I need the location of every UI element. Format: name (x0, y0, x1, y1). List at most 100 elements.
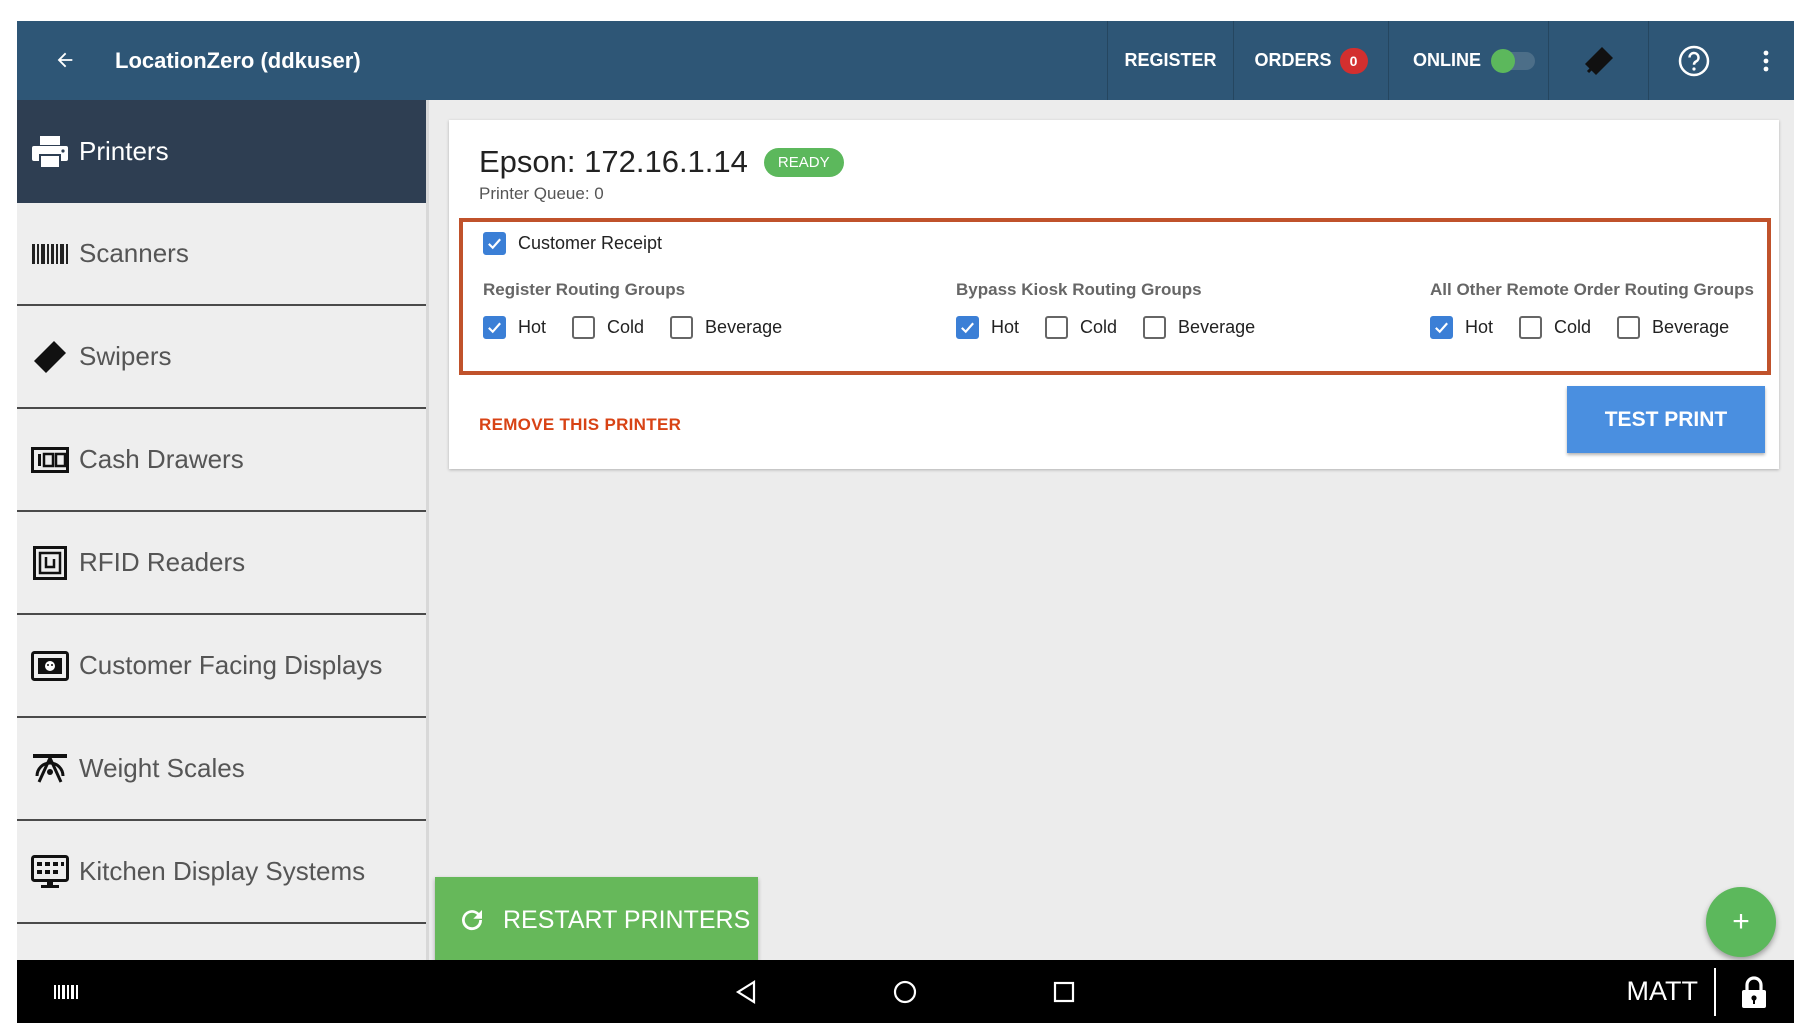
more-menu-button[interactable] (1738, 21, 1794, 100)
routing-option-beverage[interactable]: Beverage (1617, 316, 1729, 339)
hot-checkbox[interactable] (956, 316, 979, 339)
help-button[interactable] (1648, 21, 1738, 100)
refresh-icon (462, 910, 483, 931)
orders-label: ORDERS (1254, 50, 1332, 70)
nav-back-button[interactable] (726, 960, 766, 1023)
sidebar-item-label: Customer Facing Displays (79, 650, 383, 680)
rfid-icon (29, 542, 71, 584)
option-label: Hot (518, 317, 547, 337)
option-label: Hot (991, 317, 1020, 337)
option-label: Hot (1465, 317, 1494, 337)
nav-recents-button[interactable] (1044, 960, 1084, 1023)
bypass-kiosk-routing-group: Bypass Kiosk Routing Groups Hot Cold Bev… (956, 280, 1281, 339)
nav-home-icon (893, 980, 917, 1003)
add-device-fab[interactable]: + (1706, 887, 1776, 957)
group-title: Register Routing Groups (483, 280, 686, 299)
app-title: LocationZero (ddkuser) (115, 48, 361, 73)
option-label: Cold (1080, 317, 1118, 337)
option-label: Beverage (1652, 317, 1730, 337)
swiper-icon-button[interactable] (1548, 21, 1648, 100)
register-button[interactable]: REGISTER (1107, 21, 1233, 100)
register-label: REGISTER (1124, 50, 1217, 70)
beverage-checkbox[interactable] (1617, 316, 1641, 339)
routing-option-hot[interactable]: Hot (483, 316, 546, 339)
beverage-checkbox[interactable] (670, 316, 694, 339)
sidebar-item-swipers[interactable]: Swipers (17, 306, 426, 409)
app-window: LocationZero (ddkuser) REGISTER ORDERS 0… (17, 21, 1794, 1023)
cold-checkbox[interactable] (1045, 316, 1069, 339)
checkmark-icon (488, 322, 501, 334)
checkmark-icon (488, 238, 501, 250)
scale-icon (29, 748, 71, 790)
app-bar: LocationZero (ddkuser) REGISTER ORDERS 0… (17, 21, 1794, 100)
printer-title: Epson: 172.16.1.14 (479, 144, 748, 179)
back-arrow-icon[interactable] (45, 40, 85, 80)
cash-drawer-icon (29, 439, 71, 481)
sidebar-item-cash-drawers[interactable]: Cash Drawers (17, 409, 426, 512)
help-icon (1678, 45, 1709, 76)
sidebar-item-printers[interactable]: Printers (17, 100, 426, 203)
routing-option-cold[interactable]: Cold (572, 316, 644, 339)
sidebar-item-weight-scales[interactable]: Weight Scales (17, 718, 426, 821)
device-sidebar: Printers Scanners Swipers Cash Drawers R… (17, 100, 426, 974)
current-user: MATT (1626, 976, 1698, 1006)
sidebar-item-kitchen-display-systems[interactable]: Kitchen Display Systems (17, 821, 426, 924)
main-content: Epson: 172.16.1.14 READY Printer Queue: … (426, 100, 1794, 963)
status-badge: READY (763, 147, 844, 177)
routing-groups-panel: Customer Receipt Register Routing Groups… (459, 218, 1771, 375)
hot-checkbox[interactable] (1430, 316, 1453, 339)
routing-option-beverage[interactable]: Beverage (1143, 316, 1255, 339)
sidebar-item-scanners[interactable]: Scanners (17, 203, 426, 306)
sidebar-item-label: Weight Scales (79, 753, 245, 783)
online-switch[interactable] (1491, 48, 1536, 73)
online-label: ONLINE (1413, 50, 1482, 70)
barcode-icon (54, 984, 78, 999)
barcode-scan-button[interactable] (47, 960, 87, 1023)
beverage-checkbox[interactable] (1143, 316, 1167, 339)
printer-title-row: Epson: 172.16.1.14 READY (479, 144, 844, 180)
sidebar-item-label: Scanners (79, 238, 189, 268)
barcode-icon (29, 233, 71, 275)
orders-count-badge: 0 (1339, 47, 1368, 74)
sidebar-item-customer-facing-displays[interactable]: Customer Facing Displays (17, 615, 426, 718)
customer-receipt-checkbox[interactable] (483, 232, 506, 255)
hot-checkbox[interactable] (483, 316, 506, 339)
nav-home-button[interactable] (885, 960, 925, 1023)
routing-option-cold[interactable]: Cold (1519, 316, 1591, 339)
sidebar-item-label: Swipers (79, 341, 172, 371)
system-nav-bar: MATT (17, 960, 1794, 1023)
orders-button[interactable]: ORDERS 0 (1233, 21, 1388, 100)
routing-option-cold[interactable]: Cold (1045, 316, 1117, 339)
option-label: Beverage (705, 317, 783, 337)
test-print-button[interactable]: TEST PRINT (1567, 386, 1765, 453)
remove-printer-link[interactable]: REMOVE THIS PRINTER (479, 415, 681, 435)
register-routing-group: Register Routing Groups Hot Cold Beverag… (483, 280, 808, 339)
online-toggle[interactable]: ONLINE (1388, 21, 1548, 100)
group-title: Bypass Kiosk Routing Groups (956, 280, 1202, 299)
sidebar-item-rfid-readers[interactable]: RFID Readers (17, 512, 426, 615)
customer-receipt-checkbox-row[interactable]: Customer Receipt (483, 232, 662, 255)
remote-order-routing-group: All Other Remote Order Routing Groups Ho… (1430, 280, 1755, 339)
switch-knob (1491, 48, 1516, 73)
restart-printers-button[interactable]: RESTART PRINTERS (435, 877, 758, 963)
sidebar-item-label: Cash Drawers (79, 444, 244, 474)
sidebar-item-label: Printers (79, 136, 169, 166)
cold-checkbox[interactable] (572, 316, 596, 339)
routing-option-beverage[interactable]: Beverage (670, 316, 782, 339)
nav-divider (1714, 968, 1716, 1016)
routing-option-hot[interactable]: Hot (956, 316, 1019, 339)
lock-button[interactable] (1732, 960, 1776, 1023)
nav-recents-icon (1053, 981, 1075, 1002)
display-icon (29, 645, 71, 687)
routing-option-hot[interactable]: Hot (1430, 316, 1493, 339)
restart-printers-label: RESTART PRINTERS (503, 905, 751, 934)
option-label: Cold (607, 317, 645, 337)
lock-icon (1742, 975, 1766, 1008)
checkmark-icon (1435, 322, 1448, 334)
option-label: Cold (1554, 317, 1592, 337)
cold-checkbox[interactable] (1519, 316, 1543, 339)
sidebar-item-label: RFID Readers (79, 547, 246, 577)
printer-card: Epson: 172.16.1.14 READY Printer Queue: … (449, 120, 1779, 469)
kitchen-display-icon (29, 851, 71, 893)
printer-queue: Printer Queue: 0 (479, 184, 604, 203)
